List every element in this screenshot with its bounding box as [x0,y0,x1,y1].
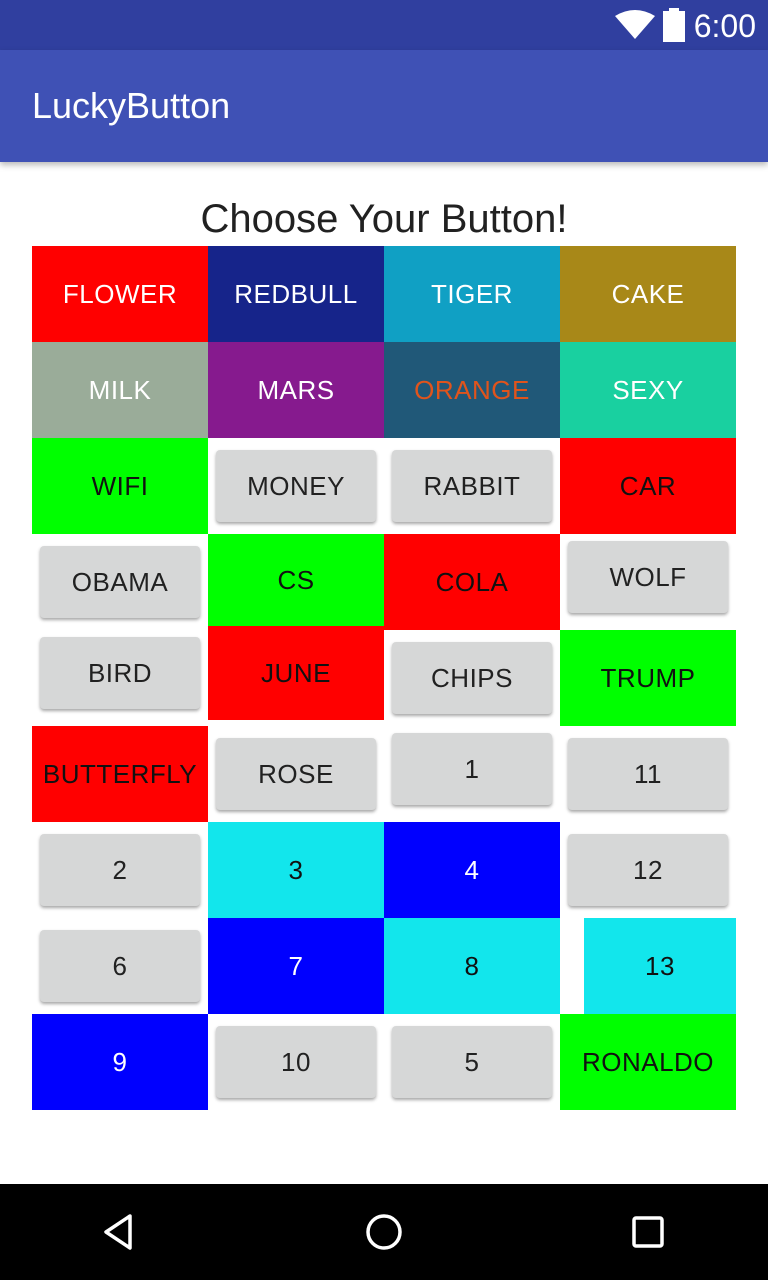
ronaldo-button[interactable]: RONALDO [560,1014,736,1110]
cs-button[interactable]: CS [208,534,384,626]
back-icon[interactable] [92,1204,148,1260]
button-12[interactable]: 12 [568,834,728,906]
flower-button[interactable]: FLOWER [32,246,208,342]
wifi-button[interactable]: WIFI [32,438,208,534]
trump-button[interactable]: TRUMP [560,630,736,726]
navigation-bar [0,1184,768,1280]
button-11[interactable]: 11 [568,738,728,810]
button-8[interactable]: 8 [384,918,560,1014]
page-heading: Choose Your Button! [200,197,568,241]
home-icon[interactable] [356,1204,412,1260]
wifi-icon [615,10,655,39]
button-13[interactable]: 13 [584,918,736,1014]
wolf-button[interactable]: WOLF [568,541,728,613]
app-title: LuckyButton [32,85,231,126]
money-button[interactable]: MONEY [216,450,376,522]
button-2[interactable]: 2 [40,834,200,906]
button-3[interactable]: 3 [208,822,384,918]
obama-button[interactable]: OBAMA [40,546,200,618]
app-bar: LuckyButton [0,50,768,162]
button-4[interactable]: 4 [384,822,560,918]
status-time: 6:00 [693,8,756,44]
button-9[interactable]: 9 [32,1014,208,1110]
button-10[interactable]: 10 [216,1026,376,1098]
rabbit-button[interactable]: RABBIT [392,450,552,522]
mars-button[interactable]: MARS [208,342,384,438]
button-1[interactable]: 1 [392,733,552,805]
june-button[interactable]: JUNE [208,626,384,720]
button-6[interactable]: 6 [40,930,200,1002]
recents-icon[interactable] [620,1204,676,1260]
rose-button[interactable]: ROSE [216,738,376,810]
tiger-button[interactable]: TIGER [384,246,560,342]
button-5[interactable]: 5 [392,1026,552,1098]
button-7[interactable]: 7 [208,918,384,1014]
status-bar: 6:00 [0,0,768,50]
cola-button[interactable]: COLA [384,534,560,630]
redbull-button[interactable]: REDBULL [208,246,384,342]
sexy-button[interactable]: SEXY [560,342,736,438]
milk-button[interactable]: MILK [32,342,208,438]
butterfly-button[interactable]: BUTTERFLY [32,726,208,822]
orange-button[interactable]: ORANGE [384,342,560,438]
chips-button[interactable]: CHIPS [392,642,552,714]
car-button[interactable]: CAR [560,438,736,534]
battery-icon [663,8,685,42]
cake-button[interactable]: CAKE [560,246,736,342]
bird-button[interactable]: BIRD [40,637,200,709]
